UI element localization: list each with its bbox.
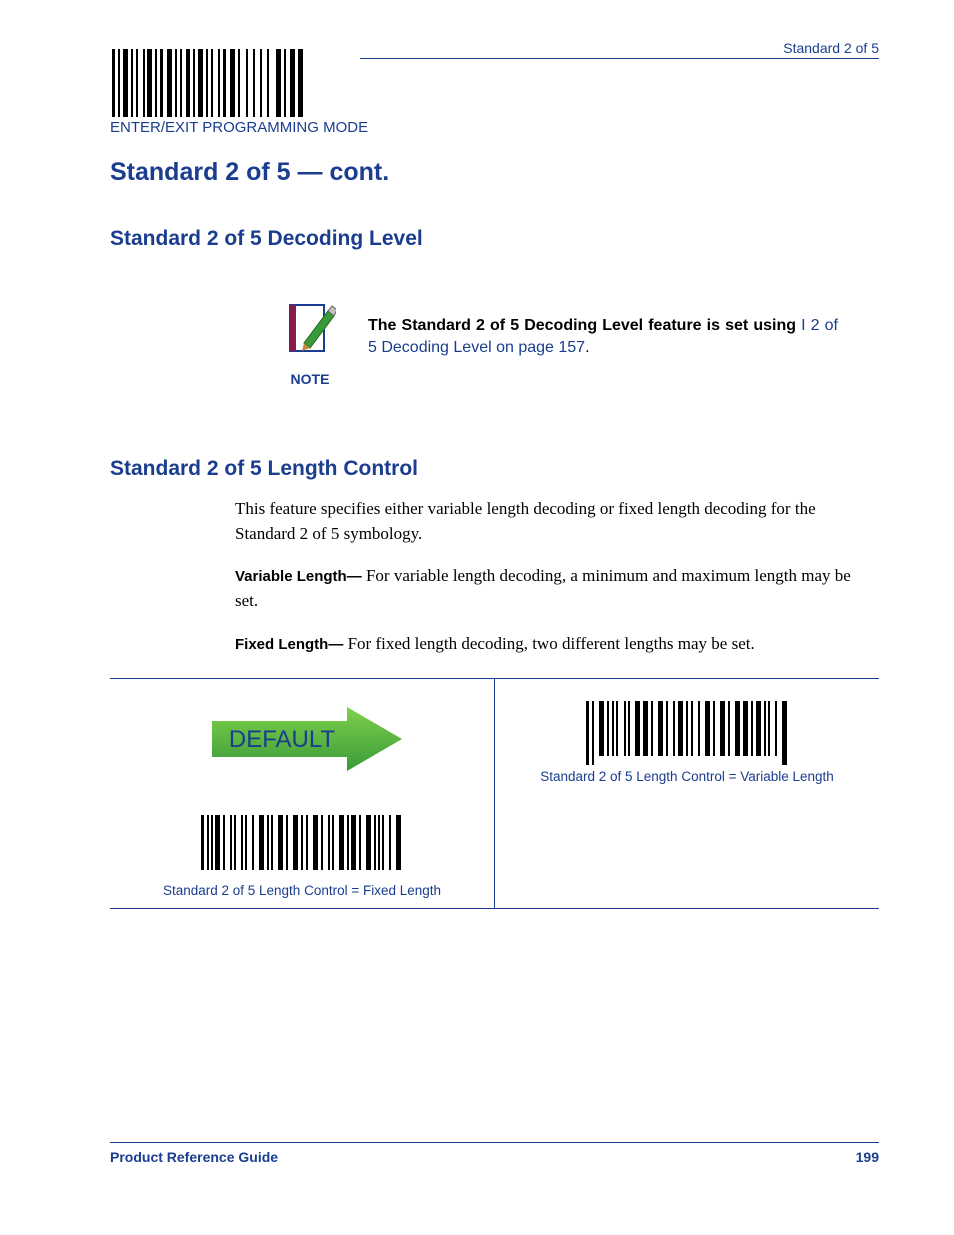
barcode-icon bbox=[197, 813, 407, 881]
footer-title: Product Reference Guide bbox=[110, 1149, 278, 1165]
page-title: Standard 2 of 5 — cont. bbox=[110, 158, 879, 187]
fixed-length-cell: Standard 2 of 5 Length Control = Fixed L… bbox=[110, 794, 495, 909]
variable-length-label: Variable Length— bbox=[235, 568, 362, 585]
length-control-body: This feature specifies either variable l… bbox=[235, 497, 875, 656]
fixed-length-caption: Standard 2 of 5 Length Control = Fixed L… bbox=[118, 883, 486, 898]
note-tail: . bbox=[585, 339, 589, 356]
barcode-icon bbox=[582, 699, 792, 767]
section-length-control-heading: Standard 2 of 5 Length Control bbox=[110, 457, 879, 481]
empty-cell bbox=[495, 794, 880, 909]
fixed-length-label: Fixed Length— bbox=[235, 636, 343, 653]
default-cell: DEFAULT bbox=[110, 679, 495, 794]
variable-length-caption: Standard 2 of 5 Length Control = Variabl… bbox=[503, 769, 871, 784]
barcode-icon bbox=[110, 49, 305, 117]
section-decoding-level-heading: Standard 2 of 5 Decoding Level bbox=[110, 227, 879, 251]
footer-divider bbox=[110, 1142, 879, 1143]
length-control-intro: This feature specifies either variable l… bbox=[235, 497, 875, 546]
page-footer: Product Reference Guide 199 bbox=[110, 1142, 879, 1165]
default-arrow-text: DEFAULT bbox=[229, 726, 336, 753]
note-block: NOTE The Standard 2 of 5 Decoding Level … bbox=[280, 301, 879, 387]
default-arrow-icon: DEFAULT bbox=[197, 703, 407, 775]
variable-length-cell: Standard 2 of 5 Length Control = Variabl… bbox=[495, 679, 880, 794]
enter-exit-barcode-block: ENTER/EXIT PROGRAMMING MODE bbox=[110, 49, 879, 136]
note-text: The Standard 2 of 5 Decoding Level featu… bbox=[368, 301, 838, 358]
note-icon bbox=[284, 301, 336, 359]
enter-exit-barcode-label: ENTER/EXIT PROGRAMMING MODE bbox=[110, 119, 879, 136]
page-number: 199 bbox=[856, 1149, 879, 1165]
note-caption: NOTE bbox=[280, 371, 340, 387]
options-table: DEFAULT bbox=[110, 678, 879, 909]
note-bold-text: The Standard 2 of 5 Decoding Level featu… bbox=[368, 317, 801, 334]
fixed-length-text: For fixed length decoding, two different… bbox=[343, 634, 754, 653]
